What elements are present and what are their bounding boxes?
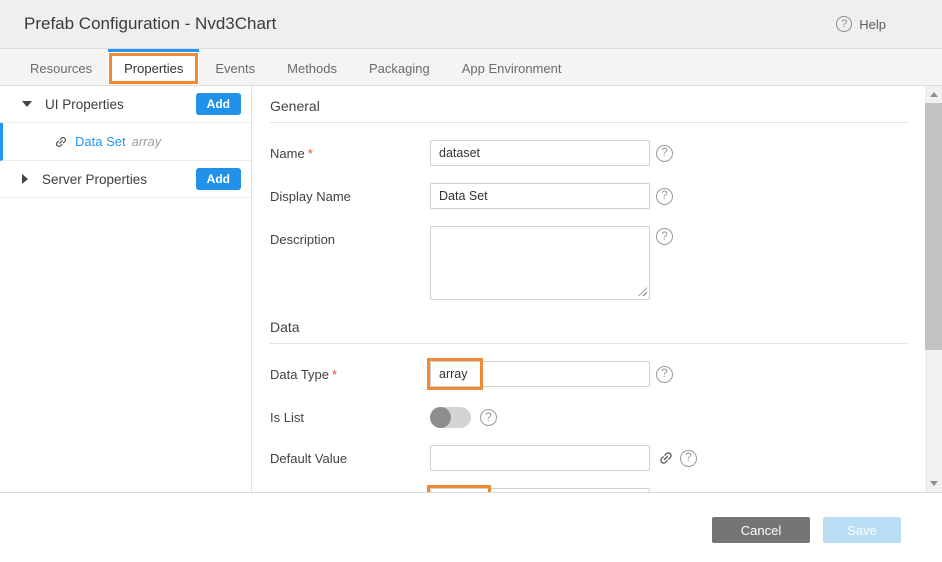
dialog-body: UI Properties Add Data Set array Server …: [0, 86, 942, 493]
tab-events[interactable]: Events: [199, 49, 271, 85]
help-button[interactable]: ? Help: [836, 16, 886, 32]
sidebar-item-data-set[interactable]: Data Set array: [0, 123, 251, 161]
tab-properties-label: Properties: [124, 61, 183, 76]
field-row-is-list: Is List ?: [270, 404, 908, 428]
data-type-help-icon[interactable]: ?: [656, 366, 673, 383]
is-list-label: Is List: [270, 404, 430, 425]
field-row-name: Name* ?: [270, 140, 908, 166]
name-input[interactable]: [430, 140, 650, 166]
name-help-icon[interactable]: ?: [656, 145, 673, 162]
add-server-property-button[interactable]: Add: [196, 168, 241, 190]
scroll-down-button[interactable]: [925, 481, 942, 486]
properties-sidebar: UI Properties Add Data Set array Server …: [0, 86, 252, 492]
bind-link-icon[interactable]: [658, 450, 674, 466]
default-value-help-icon[interactable]: ?: [680, 450, 697, 467]
save-button[interactable]: Save: [823, 517, 901, 543]
dialog-footer: Cancel Save: [0, 493, 942, 562]
group-label-ui-properties: UI Properties: [45, 97, 124, 112]
is-list-help-icon[interactable]: ?: [480, 409, 497, 426]
required-marker: *: [308, 146, 313, 161]
tab-app-environment[interactable]: App Environment: [446, 49, 578, 85]
prefab-configuration-dialog: Prefab Configuration - Nvd3Chart ? Help …: [0, 0, 942, 562]
link-icon: [54, 135, 68, 149]
display-name-help-icon[interactable]: ?: [656, 188, 673, 205]
dialog-title: Prefab Configuration - Nvd3Chart: [24, 14, 276, 34]
scroll-down-arrow-icon: [930, 481, 938, 486]
field-row-binding-type: Binding Type in-bound ?: [270, 488, 908, 492]
field-row-data-type: Data Type* ?: [270, 361, 908, 387]
section-title-general: General: [270, 98, 908, 123]
property-form: General Name* ? Display Name ?: [252, 86, 925, 492]
binding-type-select[interactable]: in-bound: [430, 488, 650, 492]
group-label-server-properties: Server Properties: [42, 172, 147, 187]
default-value-input[interactable]: [430, 445, 650, 471]
add-ui-property-button[interactable]: Add: [196, 93, 241, 115]
scrollbar-thumb[interactable]: [925, 103, 942, 350]
tab-properties[interactable]: Properties: [108, 49, 199, 85]
display-name-input[interactable]: [430, 183, 650, 209]
is-list-toggle[interactable]: [430, 407, 471, 428]
description-textarea[interactable]: [430, 226, 650, 300]
tab-resources[interactable]: Resources: [14, 49, 108, 85]
help-icon: ?: [836, 16, 852, 32]
section-title-data: Data: [270, 319, 908, 344]
tab-packaging[interactable]: Packaging: [353, 49, 446, 85]
field-row-description: Description ?: [270, 226, 908, 300]
cancel-button[interactable]: Cancel: [712, 517, 810, 543]
data-type-label: Data Type*: [270, 361, 430, 382]
name-label: Name*: [270, 140, 430, 161]
caret-right-icon: [22, 174, 28, 184]
toggle-knob: [430, 407, 451, 428]
tab-bar: Resources Properties Events Methods Pack…: [0, 49, 942, 86]
binding-type-label: Binding Type: [270, 488, 430, 492]
data-set-item-type: array: [132, 134, 162, 149]
vertical-scrollbar[interactable]: [925, 86, 942, 492]
data-type-input[interactable]: [430, 361, 650, 387]
data-set-item-label: Data Set: [75, 134, 126, 149]
sidebar-group-server-properties[interactable]: Server Properties Add: [0, 161, 251, 198]
scroll-up-arrow-icon: [930, 92, 938, 97]
field-row-default-value: Default Value ?: [270, 445, 908, 471]
description-help-icon[interactable]: ?: [656, 228, 673, 245]
display-name-label: Display Name: [270, 183, 430, 204]
description-label: Description: [270, 226, 430, 247]
sidebar-group-ui-properties[interactable]: UI Properties Add: [0, 86, 251, 123]
required-marker: *: [332, 367, 337, 382]
tab-methods[interactable]: Methods: [271, 49, 353, 85]
caret-down-icon: [22, 101, 32, 107]
default-value-label: Default Value: [270, 445, 430, 466]
help-label: Help: [859, 17, 886, 32]
field-row-display-name: Display Name ?: [270, 183, 908, 209]
dialog-header: Prefab Configuration - Nvd3Chart ? Help: [0, 0, 942, 49]
scroll-up-button[interactable]: [925, 92, 942, 97]
